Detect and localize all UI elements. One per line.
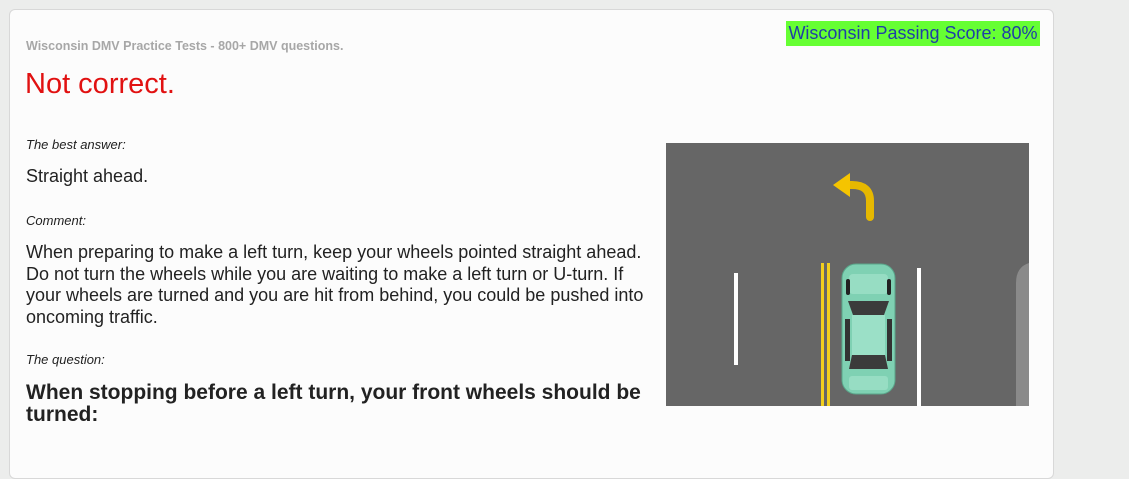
result-title: Not correct. [25, 68, 175, 100]
comment-label: Comment: [26, 213, 86, 228]
site-title: Wisconsin DMV Practice Tests - 800+ DMV … [26, 39, 344, 53]
passing-score-badge: Wisconsin Passing Score: 80% [786, 21, 1040, 46]
question-text: When stopping before a left turn, your f… [26, 381, 641, 426]
yellow-line-2 [827, 263, 830, 406]
road-illustration [666, 143, 1029, 406]
car-icon [841, 263, 896, 395]
best-answer-label: The best answer: [26, 137, 126, 152]
lane-line-left [734, 273, 738, 365]
curb [1016, 263, 1029, 406]
best-answer-text: Straight ahead. [26, 166, 149, 186]
question-label: The question: [26, 352, 105, 367]
lane-line-right [917, 268, 921, 406]
comment-text: When preparing to make a left turn, keep… [26, 242, 644, 327]
yellow-line-1 [821, 263, 824, 406]
